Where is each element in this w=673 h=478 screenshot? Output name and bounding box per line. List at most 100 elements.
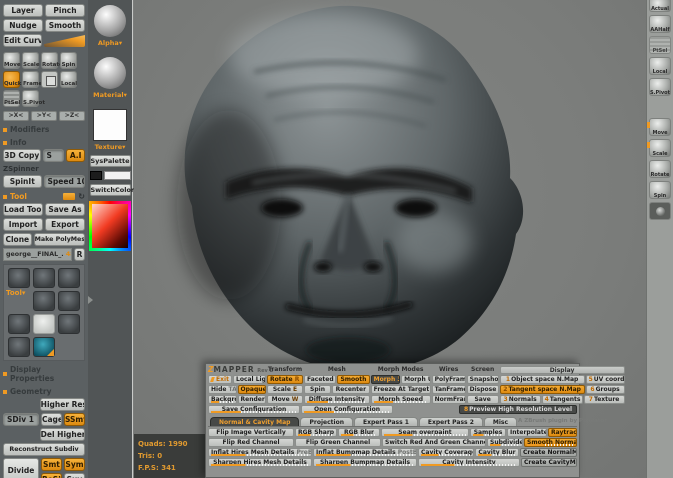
s-slider[interactable]: S (43, 149, 65, 162)
ptsel-icon[interactable]: PtSel (649, 36, 671, 54)
faceted-button[interactable]: Faceted (304, 375, 336, 384)
sharpen-bumpmap-slider[interactable]: Sharpen Bumpmap Details (313, 458, 417, 467)
morph-uv-button[interactable]: Morph UV (401, 375, 431, 384)
rotate-button[interactable]: Rotate R (267, 375, 303, 384)
y-axis-button[interactable]: >Y< (31, 111, 57, 121)
save-configuration-button[interactable]: Save Configuration (208, 405, 300, 414)
primary-color-swatch[interactable] (104, 171, 131, 180)
cavity-coverage-slider[interactable]: Cavity Coverage (418, 448, 474, 457)
alpha-thumbnail[interactable] (94, 5, 126, 37)
modifiers-section-header[interactable]: Modifiers (3, 125, 85, 134)
display-tangents-button[interactable]: 4Tangents (542, 395, 583, 404)
smooth-brush-button[interactable]: Smooth (45, 19, 85, 32)
tanframe-button[interactable]: TanFrame (432, 385, 466, 394)
scale-button[interactable]: Scale E (267, 385, 303, 394)
set-pivot-icon[interactable]: S.Pivot (649, 78, 671, 96)
alpha-selector[interactable]: Alpha▾ (88, 39, 132, 47)
display-uv-coords-button[interactable]: 5UV coords (586, 375, 625, 384)
save-button[interactable]: Save (467, 395, 499, 404)
cavity-intensity-slider[interactable]: Cavity Intensity (418, 458, 520, 467)
nudge-brush-button[interactable]: Nudge (3, 19, 43, 32)
normframe-button[interactable]: NormFrame (432, 395, 466, 404)
display-tangent-space-button[interactable]: 2Tangent space N.Map (500, 385, 585, 394)
material-selector[interactable]: Material▾ (88, 91, 132, 99)
frame-mode-icon[interactable]: Frame (22, 71, 39, 88)
render-rgn-button[interactable]: RenderRgn (238, 395, 267, 404)
sym-button[interactable]: Sym (64, 458, 85, 471)
make-polymesh3d-button[interactable]: Make PolyMesh3D (34, 233, 85, 246)
display-normals-button[interactable]: 3Normals (500, 395, 541, 404)
morph-3d-button[interactable]: Morph 3D (371, 375, 401, 384)
open-configuration-button[interactable]: Open Configuration (301, 405, 393, 414)
tool-thumbnail-selected[interactable] (33, 314, 55, 334)
suv-button[interactable]: Suv (64, 473, 85, 478)
clone-button[interactable]: Clone (3, 233, 32, 246)
spinit-button[interactable]: SpinIt (3, 175, 42, 188)
divide-button[interactable]: Divide (3, 458, 39, 478)
subdivide-slider[interactable]: Subdivide (487, 438, 523, 447)
move-mode-icon[interactable]: Move (3, 52, 20, 69)
samples-slider[interactable]: Samples (470, 428, 506, 437)
scale-mode-icon[interactable]: Scale (22, 52, 39, 69)
inflat-hires-slider[interactable]: Inflat Hires Mesh Details PreBump (208, 448, 312, 457)
local-mode-icon[interactable]: Local (60, 71, 77, 88)
rotate-mode-icon[interactable]: Rotate (41, 52, 58, 69)
tool-thumbnail[interactable] (33, 291, 55, 311)
aahalf-icon[interactable]: AAHalf (649, 15, 671, 33)
polyframe-button[interactable]: PolyFrame (432, 375, 466, 384)
color-picker[interactable] (89, 201, 131, 251)
move-icon[interactable]: Move (649, 118, 671, 136)
flip-image-vertically-button[interactable]: Flip Image Vertically (208, 428, 294, 437)
secondary-color-swatch[interactable] (90, 171, 102, 180)
ptsel-icon[interactable]: PtSel (3, 90, 20, 107)
tool-thumbnail[interactable] (58, 314, 80, 334)
set-pivot-icon[interactable]: S.Pivot (22, 90, 39, 107)
export-button[interactable]: Export (45, 218, 85, 231)
local-light-button[interactable]: Local Light (233, 375, 266, 384)
tool-thumbnail[interactable] (58, 291, 80, 311)
tool-thumbnail[interactable] (8, 314, 30, 334)
tool-thumbnail[interactable] (8, 337, 30, 357)
switchcolor-button[interactable]: SwitchColor (90, 184, 131, 196)
opaque-button[interactable]: Opaque (238, 385, 267, 394)
tool-preview-icon[interactable] (63, 193, 75, 200)
layer-brush-button[interactable]: Layer (3, 4, 43, 17)
exit-button[interactable]: Exit (208, 375, 232, 384)
quick-mode-icon[interactable]: Quick (3, 71, 20, 88)
rgb-sharp-slider[interactable]: RGB Sharp (295, 428, 337, 437)
move-button[interactable]: Move W (267, 395, 303, 404)
texture-selector[interactable]: Texture▾ (88, 143, 132, 151)
ssmt-button[interactable]: SSmt (64, 413, 85, 426)
hide-button[interactable]: Hide TAll (208, 385, 237, 394)
geometry-section-header[interactable]: Geometry (3, 387, 85, 396)
tab-projection[interactable]: Projection (300, 417, 352, 426)
cavity-blur-slider[interactable]: Cavity Blur (475, 448, 519, 457)
edit-curve-button[interactable]: Edit Curve (3, 34, 42, 47)
create-cavitymap-button[interactable]: Create CavityMap (521, 458, 577, 467)
spin-mode-icon[interactable]: Spin (60, 52, 77, 69)
tool-name-field[interactable]: george__FINAL_. 48 (3, 248, 72, 261)
tab-normal-cavity-map[interactable]: Normal & Cavity Map (210, 417, 299, 426)
tool-thumbnail-active[interactable] (33, 337, 55, 357)
edit-curve-ramp[interactable] (44, 34, 85, 47)
material-thumbnail[interactable] (94, 57, 126, 89)
dispose-button[interactable]: Dispose (467, 385, 499, 394)
box-mode-icon[interactable] (41, 71, 58, 88)
interpolate-button[interactable]: Interpolate (507, 428, 547, 437)
display-column-header[interactable]: Display (500, 366, 625, 374)
scale-icon[interactable]: Scale (649, 139, 671, 157)
inflat-bumpmap-slider[interactable]: Inflat Bumpmap Details PostBump (313, 448, 417, 457)
smooth-normals-slider[interactable]: Smooth Normals (524, 438, 577, 447)
spin-button[interactable]: Spin (304, 385, 331, 394)
copy-3d-button[interactable]: 3D Copy (3, 149, 41, 162)
display-properties-section-header[interactable]: Display Properties (3, 365, 85, 383)
tool-thumbnail[interactable] (8, 268, 30, 288)
tab-expert-pass-1[interactable]: Expert Pass 1 (354, 417, 418, 426)
cage-button[interactable]: Cage (41, 413, 62, 426)
smooth-button[interactable]: Smooth (337, 375, 369, 384)
smt-button[interactable]: Smt (41, 458, 62, 471)
sharpen-hires-slider[interactable]: Sharpen Hires Mesh Details (208, 458, 312, 467)
display-texture-button[interactable]: 7Texture (584, 395, 625, 404)
tab-expert-pass-2[interactable]: Expert Pass 2 (419, 417, 483, 426)
load-tool-button[interactable]: Load Tool (3, 203, 43, 216)
